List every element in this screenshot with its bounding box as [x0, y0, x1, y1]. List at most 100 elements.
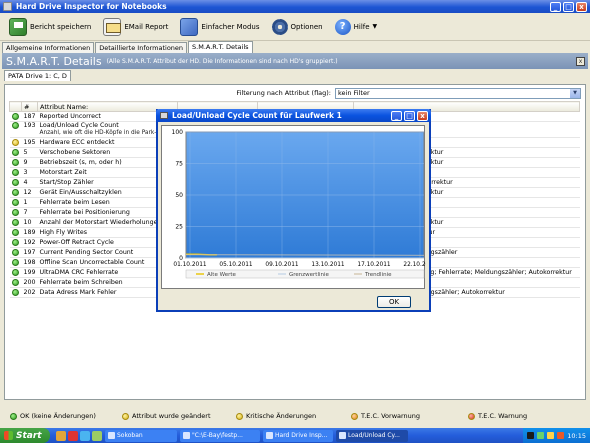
section-subtitle: (Alle S.M.A.R.T. Attribut der HD. Die In… [106, 57, 338, 65]
close-button[interactable]: x [576, 1, 587, 12]
cell-status [9, 147, 22, 158]
status-dot-icon [11, 168, 19, 176]
cell-id-text: 193 [23, 122, 36, 129]
cell-status [9, 177, 22, 188]
legend-series-label: Grenzwertlinie [289, 272, 330, 278]
cell-id: 192 [21, 237, 38, 248]
tray-icon[interactable] [527, 432, 535, 439]
cell-status [9, 197, 22, 208]
simple-mode-label: Einfacher Modus [201, 22, 260, 31]
ok-button[interactable]: OK [377, 296, 411, 308]
start-button[interactable]: Start [0, 428, 50, 443]
chevron-down-icon[interactable]: ▼ [570, 88, 580, 98]
quick-launch [56, 430, 102, 441]
email-report-button[interactable]: EMail Report [100, 16, 171, 38]
cell-status [9, 227, 22, 238]
quicklaunch-icon[interactable] [68, 430, 78, 441]
legend-label: T.E.C. Vorwarnung [361, 412, 421, 420]
legend-item: Attribut wurde geändert [122, 412, 211, 420]
options-label: Optionen [290, 22, 323, 31]
status-dot-icon [11, 112, 19, 120]
taskbar-task[interactable]: Hard Drive Insp... [263, 429, 333, 442]
dialog-title-bar[interactable]: Load/Unload Cycle Count für Laufwerk 1 _… [156, 109, 431, 122]
cell-id: 200 [21, 277, 38, 288]
x-tick-label: 17.10.2011 [357, 262, 391, 268]
cell-id-text: 187 [23, 113, 36, 120]
x-tick-label: 13.10.2011 [311, 262, 345, 268]
filter-select[interactable]: kein Filter ▼ [335, 87, 581, 99]
tab-drive-1[interactable]: PATA Drive 1: C, D [4, 70, 71, 81]
options-button[interactable]: Optionen [269, 17, 326, 37]
cell-id-text: 3 [23, 169, 28, 176]
title-bar[interactable]: Hard Drive Inspector for Notebooks _ □ x [0, 0, 590, 13]
cell-id: 199 [21, 267, 38, 278]
tray-icon[interactable] [557, 432, 565, 439]
save-report-button[interactable]: Bericht speichern [6, 16, 94, 38]
tray-icon[interactable] [537, 432, 545, 439]
taskbar-task[interactable]: "C:\E-Bay\festp... [180, 429, 260, 442]
cell-status [9, 277, 22, 288]
task-label: "C:\E-Bay\festp... [192, 432, 243, 439]
task-icon [266, 432, 273, 439]
simple-mode-button[interactable]: Einfacher Modus [177, 16, 262, 38]
status-dot-icon [11, 278, 19, 286]
taskbar-task[interactable]: Load/Unload Cy... [336, 429, 408, 442]
quicklaunch-icon[interactable] [92, 430, 102, 441]
simple-mode-icon [180, 17, 199, 36]
x-tick-label: 05.10.2011 [219, 262, 253, 268]
cell-id: 5 [21, 147, 38, 158]
cell-id: 198 [21, 257, 38, 268]
dialog-minimize-button[interactable]: _ [391, 110, 402, 121]
cell-status [9, 137, 22, 148]
taskbar-task[interactable]: Sokoban [105, 429, 177, 442]
email-report-label: EMail Report [124, 22, 169, 31]
cell-id: 197 [21, 247, 38, 258]
status-dot-icon [11, 158, 19, 166]
help-button[interactable]: ? Hilfe ▼ [332, 17, 381, 37]
quicklaunch-icon[interactable] [80, 430, 90, 441]
status-dot-icon [11, 148, 19, 156]
dialog-close-button[interactable]: x [417, 110, 428, 121]
tab-smart-details[interactable]: S.M.A.R.T. Details [188, 41, 253, 53]
legend-label: OK (keine Änderungen) [20, 412, 96, 420]
cell-id-text: 10 [23, 219, 32, 226]
filter-label: Filterung nach Attribut (flag): [236, 89, 331, 97]
cell-status [9, 287, 22, 298]
window-title: Hard Drive Inspector for Notebooks [16, 2, 167, 11]
chevron-down-icon: ▼ [372, 23, 378, 30]
cell-id-text: 1 [23, 199, 28, 206]
task-label: Load/Unload Cy... [348, 432, 400, 439]
cell-status [9, 207, 22, 218]
section-close-button[interactable]: x [576, 56, 585, 66]
cell-id: 189 [21, 227, 38, 238]
cell-status [9, 217, 22, 228]
status-dot-icon [11, 248, 19, 256]
windows-logo-icon [4, 431, 13, 440]
dialog-maximize-button[interactable]: □ [404, 110, 415, 121]
legend-label: T.E.C. Warnung [478, 412, 528, 420]
col-status[interactable] [9, 101, 22, 112]
status-dot-icon [11, 258, 19, 266]
status-dot-icon [11, 138, 19, 146]
cell-id-text: 195 [23, 139, 36, 146]
tab-detailed-info[interactable]: Detaillierte Informationen [95, 42, 188, 53]
task-label: Sokoban [117, 432, 143, 439]
tray-icon[interactable] [547, 432, 555, 439]
maximize-button[interactable]: □ [563, 1, 574, 12]
legend-item: Kritische Änderungen [236, 412, 316, 420]
minimize-button[interactable]: _ [550, 1, 561, 12]
legend-label: Attribut wurde geändert [132, 412, 211, 420]
col-id[interactable]: # [21, 101, 38, 112]
drive-tabs: PATA Drive 1: C, D [0, 69, 590, 81]
legend-dot-icon [236, 412, 243, 420]
cell-id: 3 [21, 167, 38, 178]
cell-id: 195 [21, 137, 38, 148]
cell-id-text: 7 [23, 209, 28, 216]
x-tick-label: 01.10.2011 [173, 262, 207, 268]
tab-general-info[interactable]: Allgemeine Informationen [2, 42, 95, 53]
y-tick-label: 75 [175, 161, 183, 168]
cell-status [9, 257, 22, 268]
quicklaunch-icon[interactable] [56, 430, 66, 441]
status-dot-icon [11, 178, 19, 186]
legend-series-label: Trendlinie [364, 272, 392, 278]
